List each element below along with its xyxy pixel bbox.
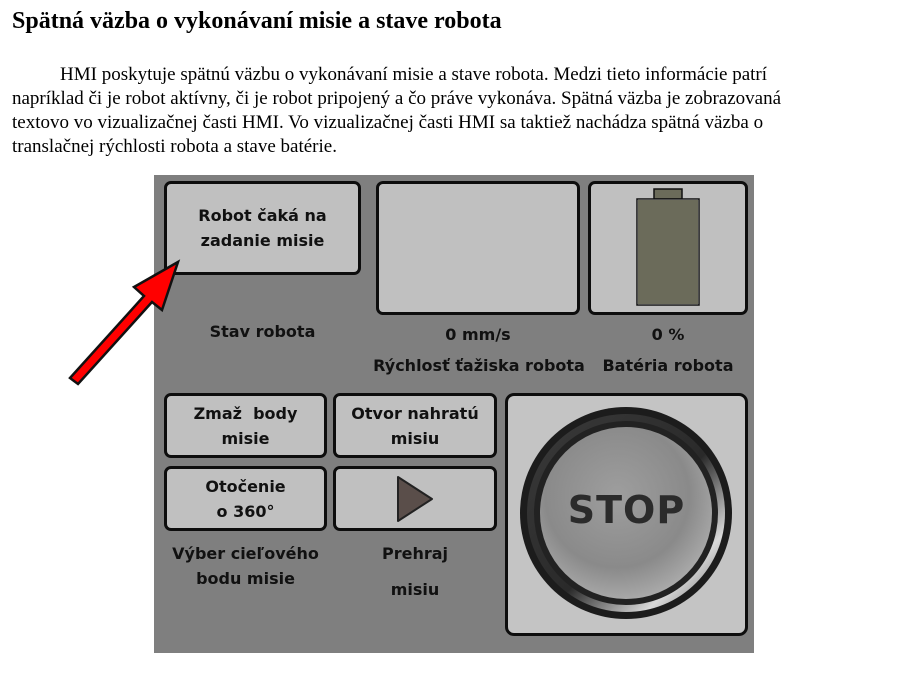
battery-value: 0 % (651, 325, 685, 344)
robot-status-text-line2: zadanie misie (200, 231, 325, 250)
stop-button[interactable]: STOP (505, 393, 748, 636)
red-arrow-icon (68, 259, 181, 386)
battery-icon (636, 188, 700, 306)
play-mission-button[interactable] (333, 466, 497, 531)
hmi-screenshot: Robot čaká na zadanie misie Stav robota … (154, 175, 754, 653)
paragraph-line: translačnej rýchlosti robota a stave bat… (12, 136, 337, 157)
rotate-line2: o 360° (216, 501, 275, 521)
open-mission-line1: Otvor nahratú (351, 403, 479, 423)
description-paragraph: HMI poskytuje spätnú väzbu o vykonávaní … (12, 63, 898, 159)
paragraph-line: napríklad či je robot aktívny, či je rob… (12, 88, 782, 109)
robot-status-text-line1: Robot čaká na (198, 206, 327, 225)
play-mission-label-line2: misiu (390, 580, 440, 599)
paragraph-line: textovo vo vizualizačnej časti HMI. Vo v… (12, 112, 764, 133)
rotate-line1: Otočenie (205, 476, 286, 496)
speed-display-box (376, 181, 580, 315)
open-mission-button[interactable]: Otvor nahratú misiu (333, 393, 497, 458)
clear-mission-points-button[interactable]: Zmaž body misie (164, 393, 327, 458)
speed-label: Rýchlosť ťažiska robota (373, 356, 585, 375)
page-heading: Spätná väzba o vykonávaní misie a stave … (12, 8, 502, 34)
paragraph-line: HMI poskytuje spätnú väzbu o vykonávaní … (60, 64, 768, 85)
play-mission-label-line1: Prehraj (381, 544, 449, 563)
battery-display-box (588, 181, 748, 315)
speed-value: 0 mm/s (445, 325, 511, 344)
battery-label: Batéria robota (602, 356, 734, 375)
target-point-label-line2: bodu misie (196, 569, 295, 588)
play-icon (397, 475, 433, 522)
rotate-360-button[interactable]: Otočenie o 360° (164, 466, 327, 531)
stop-label: STOP (567, 488, 686, 532)
target-point-label-line1: Výber cieľového (172, 544, 319, 563)
clear-points-line1: Zmaž body (193, 403, 298, 423)
clear-points-line2: misie (221, 428, 270, 448)
open-mission-line2: misiu (390, 428, 440, 448)
battery-level-fill (638, 200, 698, 304)
